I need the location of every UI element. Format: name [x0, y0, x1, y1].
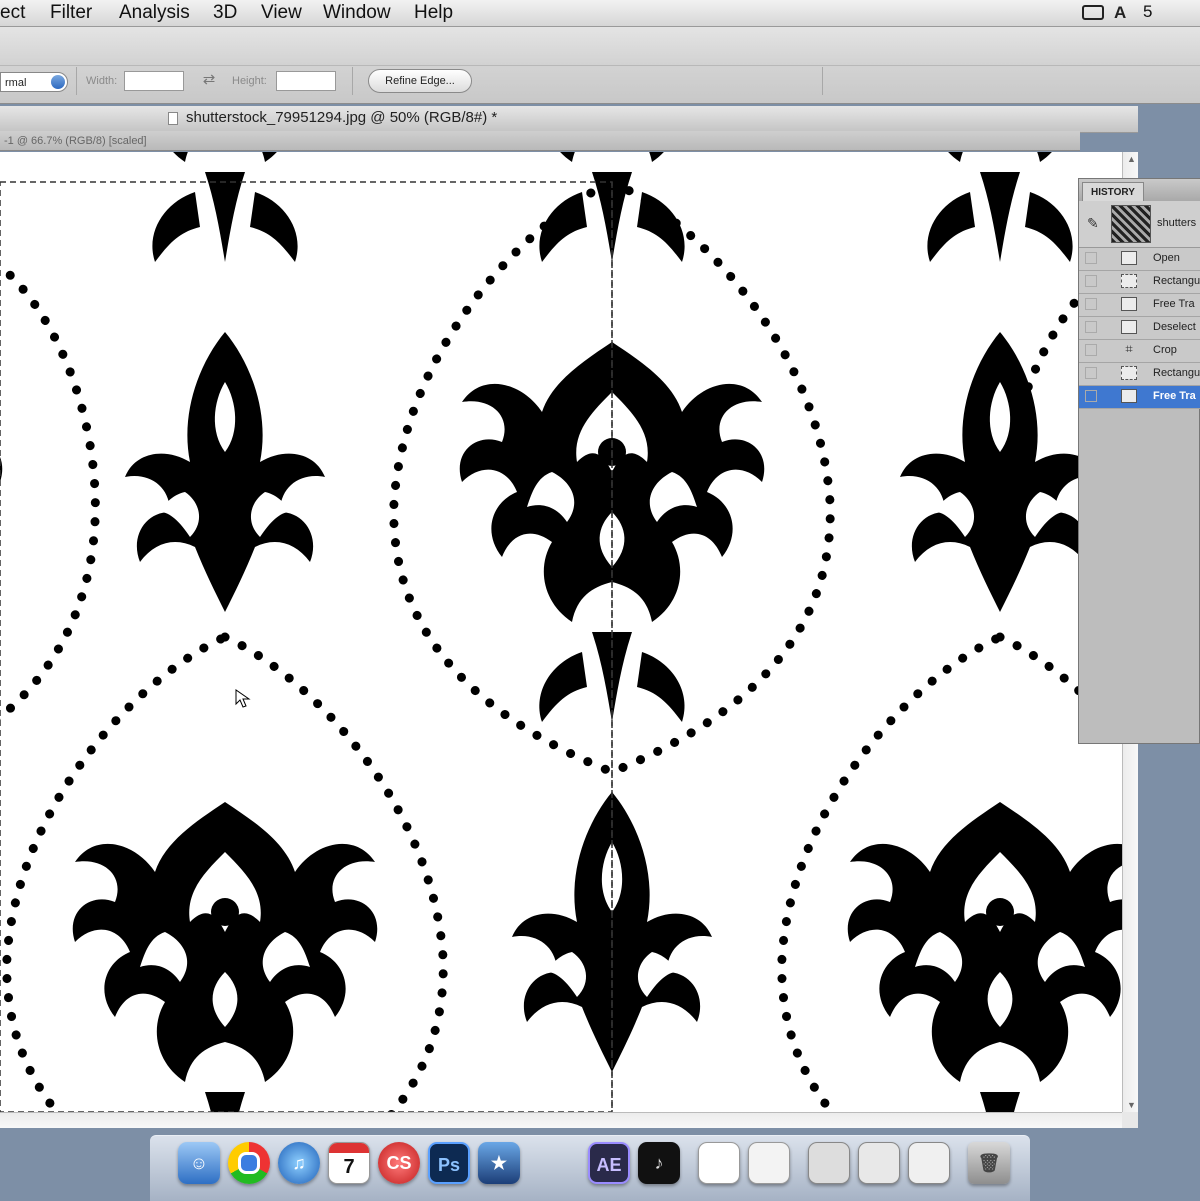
menu-help[interactable]: Help — [414, 2, 453, 24]
after-effects-icon[interactable]: AE — [588, 1142, 630, 1184]
scroll-up-icon[interactable]: ▲ — [1127, 154, 1136, 164]
separator — [76, 67, 77, 95]
itunes-icon[interactable]: ♫ — [278, 1142, 320, 1184]
calendar-icon[interactable]: 7 — [328, 1142, 370, 1184]
window-thumbnail-icon[interactable] — [858, 1142, 900, 1184]
window-thumbnail-icon[interactable] — [808, 1142, 850, 1184]
refine-edge-button[interactable]: Refine Edge... — [368, 69, 472, 93]
menu-select[interactable]: ect — [0, 2, 25, 24]
finder-icon[interactable]: ☺ — [178, 1142, 220, 1184]
width-field[interactable] — [124, 71, 184, 91]
adobe-icon[interactable]: A — [1114, 3, 1126, 23]
document-icon — [1121, 251, 1137, 265]
history-checkbox[interactable] — [1085, 321, 1097, 333]
dock: ☺ ♫ 7 CS Ps ★ AE ♪ 🗑 — [150, 1135, 1030, 1201]
document-window: ▲ ▼ — [0, 152, 1138, 1128]
image-canvas[interactable] — [0, 152, 1122, 1112]
history-step-label: Open — [1153, 252, 1180, 264]
menu-analysis[interactable]: Analysis — [119, 2, 190, 24]
chevron-updown-icon — [51, 75, 65, 89]
history-snapshot[interactable]: ✎ shutters — [1079, 201, 1200, 248]
history-step-label: Rectangu — [1153, 275, 1200, 287]
history-step-free-transform-selected[interactable]: Free Tra — [1079, 386, 1200, 409]
camera-icon[interactable] — [1082, 5, 1104, 20]
separator — [822, 67, 823, 95]
calendar-header — [329, 1143, 369, 1153]
history-brush-icon[interactable]: ✎ — [1087, 215, 1099, 232]
document-title: shutterstock_79951294.jpg @ 50% (RGB/8#)… — [186, 109, 498, 126]
scroll-down-icon[interactable]: ▼ — [1127, 1100, 1136, 1110]
transform-icon — [1121, 297, 1137, 311]
menu-window[interactable]: Window — [323, 2, 391, 24]
calendar-day: 7 — [343, 1156, 355, 1178]
history-checkbox[interactable] — [1085, 298, 1097, 310]
photoshop-icon[interactable]: Ps — [428, 1142, 470, 1184]
history-checkbox[interactable] — [1085, 252, 1097, 264]
snapshot-thumbnail — [1111, 205, 1151, 243]
history-step-open[interactable]: Open — [1079, 248, 1200, 271]
history-checkbox[interactable] — [1085, 390, 1097, 402]
separator — [352, 67, 353, 95]
history-step-rectangular-marquee[interactable]: Rectangu — [1079, 363, 1200, 386]
history-step-free-transform[interactable]: Free Tra — [1079, 294, 1200, 317]
document-tab[interactable]: shutterstock_79951294.jpg @ 50% (RGB/8#)… — [0, 106, 1138, 133]
chrome-center-icon — [238, 1152, 260, 1174]
crop-icon: ⌗ — [1125, 341, 1133, 356]
trash-icon[interactable]: 🗑 — [968, 1142, 1010, 1184]
deselect-icon — [1121, 320, 1137, 334]
document-thumbnail-icon[interactable] — [748, 1142, 790, 1184]
marquee-icon — [1121, 274, 1137, 288]
creative-suite-icon[interactable]: CS — [378, 1142, 420, 1184]
document-icon — [168, 112, 178, 125]
menu-filter[interactable]: Filter — [50, 2, 92, 24]
history-checkbox[interactable] — [1085, 367, 1097, 379]
status-number: 5 — [1143, 2, 1153, 21]
menu-bar: ect Filter Analysis 3D View Window Help … — [0, 0, 1200, 27]
history-panel: HISTORY ✎ shutters Open Rectangu Free Tr… — [1078, 178, 1200, 744]
marquee-icon — [1121, 366, 1137, 380]
damask-pattern — [0, 152, 1122, 1112]
options-bar: rmal Width: ⇄ Height: Refine Edge... — [0, 27, 1200, 104]
application-bar — [0, 27, 1200, 66]
history-step-rectangular-marquee[interactable]: Rectangu — [1079, 271, 1200, 294]
style-select[interactable]: rmal — [0, 72, 68, 92]
style-value: rmal — [5, 77, 27, 89]
music-icon[interactable]: ♪ — [638, 1142, 680, 1184]
document-thumbnail-icon[interactable] — [698, 1142, 740, 1184]
horizontal-scrollbar[interactable] — [0, 1112, 1122, 1128]
height-label: Height: — [232, 75, 267, 87]
history-step-crop[interactable]: ⌗ Crop — [1079, 340, 1200, 363]
history-step-deselect[interactable]: Deselect — [1079, 317, 1200, 340]
width-label: Width: — [86, 75, 118, 87]
swap-icon[interactable]: ⇄ — [200, 71, 218, 89]
window-thumbnail-icon[interactable] — [908, 1142, 950, 1184]
history-step-label: Crop — [1153, 344, 1177, 356]
tab-history[interactable]: HISTORY — [1082, 182, 1144, 202]
history-tab-bar: HISTORY — [1079, 179, 1200, 202]
history-step-label: Free Tra — [1153, 298, 1195, 310]
menu-view[interactable]: View — [261, 2, 302, 24]
history-checkbox[interactable] — [1085, 275, 1097, 287]
history-step-label: Rectangu — [1153, 367, 1200, 379]
imovie-icon[interactable]: ★ — [478, 1142, 520, 1184]
chrome-icon[interactable] — [228, 1142, 270, 1184]
transform-icon — [1121, 389, 1137, 403]
menu-3d[interactable]: 3D — [213, 2, 237, 24]
height-field[interactable] — [276, 71, 336, 91]
history-step-label: Deselect — [1153, 321, 1196, 333]
history-checkbox[interactable] — [1085, 344, 1097, 356]
snapshot-label: shutters — [1157, 217, 1197, 229]
background-document-tab[interactable]: -1 @ 66.7% (RGB/8) [scaled] — [0, 131, 1080, 151]
history-step-label: Free Tra — [1153, 390, 1196, 402]
